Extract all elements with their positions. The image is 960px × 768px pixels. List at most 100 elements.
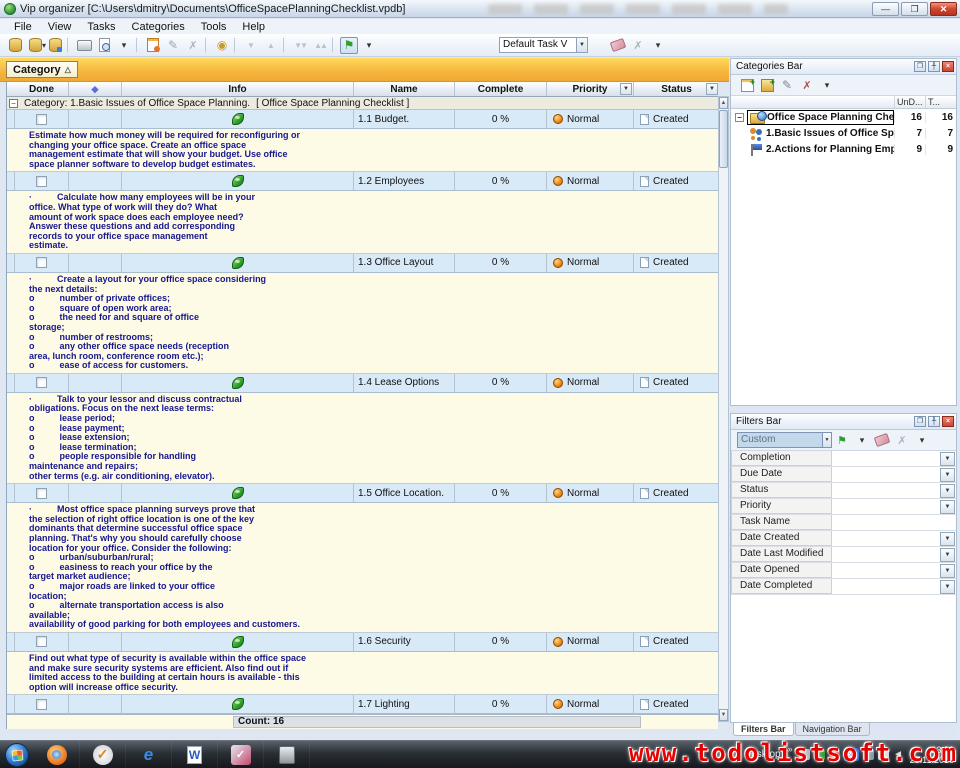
task-row[interactable]: 1.4 Lease Options 0 % Normal Created xyxy=(7,374,718,393)
save-database-icon[interactable] xyxy=(46,37,64,54)
priority-filter-dropdown-icon[interactable]: ▼ xyxy=(620,83,632,95)
grid-vertical-scrollbar[interactable]: ▲ ▼ xyxy=(718,96,729,722)
task-view-combobox[interactable]: Default Task V xyxy=(499,37,577,53)
done-checkbox[interactable] xyxy=(36,488,47,499)
filter-preset-combobox[interactable]: Custom xyxy=(737,432,823,448)
move-up-icon[interactable] xyxy=(262,37,280,54)
filter-dropdown-icon[interactable]: ▼ xyxy=(940,500,955,514)
menu-item[interactable]: Tools xyxy=(193,21,235,33)
move-down-icon[interactable] xyxy=(242,37,260,54)
task-row[interactable]: 1.1 Budget. 0 % Normal Created xyxy=(7,110,718,129)
more-dropdown-icon[interactable] xyxy=(115,37,133,54)
delete-filter-icon[interactable] xyxy=(629,37,647,54)
move-top-icon[interactable] xyxy=(311,37,329,54)
done-checkbox[interactable] xyxy=(36,636,47,647)
filter-field-value[interactable] xyxy=(832,547,940,562)
notes-icon[interactable] xyxy=(232,636,244,648)
apply-filter-icon[interactable] xyxy=(833,432,851,449)
filter-field-value[interactable] xyxy=(832,451,940,466)
scrollbar-thumb[interactable] xyxy=(719,110,728,168)
notes-icon[interactable] xyxy=(232,377,244,389)
delete-task-icon[interactable] xyxy=(184,37,202,54)
maximize-button[interactable]: ❐ xyxy=(901,2,928,16)
print-preview-icon[interactable] xyxy=(95,37,113,54)
apply-filter-dropdown-icon[interactable] xyxy=(853,432,871,449)
clear-filter-icon[interactable] xyxy=(609,37,627,54)
column-header-info[interactable]: Info xyxy=(122,82,354,96)
column-header-priority[interactable]: Priority▼ xyxy=(547,82,634,96)
edit-task-icon[interactable] xyxy=(164,37,182,54)
filter-dropdown-icon[interactable]: ▼ xyxy=(940,468,955,482)
column-header-done[interactable]: Done xyxy=(15,82,69,96)
filter-field-value[interactable] xyxy=(832,531,940,546)
toolbar-options-icon[interactable] xyxy=(913,432,931,449)
new-category-icon[interactable] xyxy=(738,77,756,94)
done-checkbox[interactable] xyxy=(36,176,47,187)
filter-preset-dropdown-icon[interactable]: ▼ xyxy=(823,432,832,448)
taskbar-app-button[interactable] xyxy=(264,742,310,768)
task-row[interactable]: 1.5 Office Location. 0 % Normal Created xyxy=(7,484,718,503)
filter-field-value[interactable] xyxy=(832,563,940,578)
done-checkbox[interactable] xyxy=(36,699,47,710)
notes-icon[interactable] xyxy=(232,175,244,187)
start-button[interactable] xyxy=(0,742,34,768)
flag-filter-icon[interactable] xyxy=(340,37,358,54)
done-checkbox[interactable] xyxy=(36,257,47,268)
menu-item[interactable]: Categories xyxy=(124,21,193,33)
filter-dropdown-icon[interactable]: ▼ xyxy=(940,580,955,594)
filter-field-value[interactable] xyxy=(832,579,940,594)
task-row[interactable]: 1.7 Lighting 0 % Normal Created xyxy=(7,695,718,714)
toolbar-options-icon[interactable] xyxy=(818,77,836,94)
task-row[interactable]: 1.3 Office Layout 0 % Normal Created xyxy=(7,254,718,273)
delete-filter-icon[interactable] xyxy=(893,432,911,449)
minimize-button[interactable]: — xyxy=(872,2,899,16)
new-subcategory-icon[interactable] xyxy=(758,77,776,94)
panel-pin-icon[interactable]: ╀ xyxy=(928,416,940,427)
filter-dropdown-icon[interactable]: ▼ xyxy=(940,452,955,466)
filter-dropdown-icon[interactable]: ▼ xyxy=(940,564,955,578)
category-group-row[interactable]: − Category: 1.Basic Issues of Office Spa… xyxy=(7,97,718,110)
new-task-icon[interactable] xyxy=(144,37,162,54)
group-by-category-chip[interactable]: Category △ xyxy=(6,61,78,78)
collapse-group-icon[interactable]: − xyxy=(9,99,18,108)
filter-dropdown-icon[interactable]: ▼ xyxy=(940,548,955,562)
panel-restore-icon[interactable]: ❐ xyxy=(914,61,926,72)
task-view-dropdown-icon[interactable]: ▼ xyxy=(577,37,588,53)
column-header-undone[interactable]: UnD... xyxy=(894,96,925,108)
filter-field-value[interactable] xyxy=(832,467,940,482)
filter-field-value[interactable] xyxy=(832,515,956,530)
column-header-total[interactable]: T... xyxy=(925,96,956,108)
task-row[interactable]: 1.6 Security 0 % Normal Created xyxy=(7,633,718,652)
move-bottom-icon[interactable] xyxy=(291,37,309,54)
close-button[interactable]: ✕ xyxy=(930,2,957,16)
toolbar-options-icon[interactable] xyxy=(649,37,667,54)
column-header-name[interactable]: Name xyxy=(354,82,455,96)
flag-dropdown-icon[interactable] xyxy=(360,37,378,54)
notes-icon[interactable] xyxy=(232,487,244,499)
status-filter-dropdown-icon[interactable]: ▼ xyxy=(706,83,718,95)
panel-close-icon[interactable]: × xyxy=(942,61,954,72)
taskbar-app-button[interactable]: ✓ xyxy=(80,742,126,768)
apply-view-icon[interactable] xyxy=(589,37,607,54)
collapse-tree-icon[interactable]: − xyxy=(735,113,744,122)
scroll-up-icon[interactable]: ▲ xyxy=(719,97,728,109)
done-checkbox[interactable] xyxy=(36,377,47,388)
view-notes-icon[interactable] xyxy=(213,37,231,54)
open-database-icon[interactable] xyxy=(6,37,24,54)
filter-dropdown-icon[interactable]: ▼ xyxy=(940,484,955,498)
clear-filter-icon[interactable] xyxy=(873,432,891,449)
filter-dropdown-icon[interactable]: ▼ xyxy=(940,532,955,546)
panel-close-icon[interactable]: × xyxy=(942,416,954,427)
category-tree-item[interactable]: − 2.Actions for Planning Employe 9 9 xyxy=(731,141,956,157)
panel-pin-icon[interactable]: ╀ xyxy=(928,61,940,72)
column-header-status[interactable]: Status▼ xyxy=(634,82,719,96)
filter-field-value[interactable] xyxy=(832,499,940,514)
menu-item[interactable]: View xyxy=(40,21,80,33)
taskbar-app-button[interactable] xyxy=(34,742,80,768)
filter-field-value[interactable] xyxy=(832,483,940,498)
panel-restore-icon[interactable]: ❐ xyxy=(914,416,926,427)
taskbar-app-button[interactable]: W xyxy=(172,742,218,768)
delete-category-icon[interactable] xyxy=(798,77,816,94)
task-row[interactable]: 1.2 Employees 0 % Normal Created xyxy=(7,172,718,191)
category-tree-item[interactable]: − Office Space Planning Checkli 16 16 xyxy=(731,109,956,125)
